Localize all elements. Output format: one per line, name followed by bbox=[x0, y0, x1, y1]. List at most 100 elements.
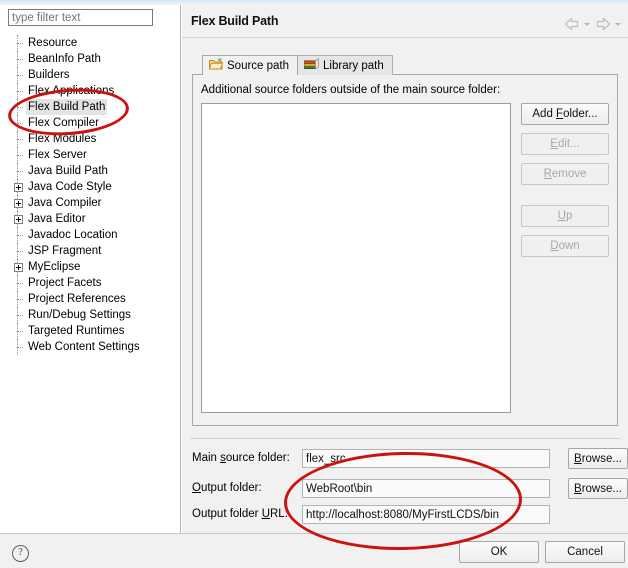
tree-dash bbox=[17, 235, 23, 237]
back-arrow-icon[interactable] bbox=[563, 16, 581, 32]
forward-arrow-icon[interactable] bbox=[594, 16, 612, 32]
tree-item-builders[interactable]: Builders bbox=[0, 67, 181, 83]
tree-item-label: Javadoc Location bbox=[28, 229, 118, 241]
tab-library-path-label: Library path bbox=[323, 59, 384, 72]
panel-caption: Additional source folders outside of the… bbox=[201, 84, 501, 96]
preferences-sidebar: Resource BeanInfo Path Builders Flex Applic… bbox=[0, 5, 181, 533]
books-icon bbox=[304, 58, 319, 73]
cancel-button[interactable]: Cancel bbox=[545, 541, 625, 563]
expand-plus-icon[interactable] bbox=[14, 183, 23, 192]
forward-history-chevron-down-icon[interactable] bbox=[614, 17, 623, 31]
output-folder-url-input[interactable] bbox=[302, 505, 550, 524]
tree-dash bbox=[17, 107, 23, 109]
title-separator bbox=[182, 37, 628, 38]
tree-dash bbox=[17, 91, 23, 93]
tree-item-beaninfo-path[interactable]: BeanInfo Path bbox=[0, 51, 181, 67]
filter-input[interactable] bbox=[8, 9, 153, 26]
folder-icon bbox=[209, 58, 224, 73]
tree-item-label: Java Editor bbox=[28, 213, 86, 225]
tree-dash bbox=[17, 251, 23, 253]
back-history-chevron-down-icon[interactable] bbox=[583, 17, 592, 31]
tree-item-label: Flex Build Path bbox=[26, 99, 108, 115]
page-title: Flex Build Path bbox=[191, 14, 279, 28]
tree-item-label: Flex Modules bbox=[28, 133, 97, 145]
tree-dash bbox=[17, 155, 23, 157]
tree-item-label: Targeted Runtimes bbox=[28, 325, 125, 337]
source-path-button-column: Add Folder... Edit... Remove Up Down bbox=[521, 103, 609, 265]
tree-item-label: Java Code Style bbox=[28, 181, 112, 193]
tab-source-path[interactable]: Source path bbox=[202, 55, 299, 76]
tree-item-jsp-fragment[interactable]: JSP Fragment bbox=[0, 243, 181, 259]
tree-item-label: Flex Applications bbox=[28, 85, 115, 97]
form-separator bbox=[190, 438, 620, 439]
tree-item-label: Builders bbox=[28, 69, 70, 81]
additional-source-folders-list[interactable] bbox=[201, 103, 511, 413]
help-question-icon[interactable]: ? bbox=[12, 545, 29, 562]
tab-bar: Source path Library path bbox=[202, 55, 393, 76]
tree-item-label: Resource bbox=[28, 37, 78, 49]
tree-item-label: Project References bbox=[28, 293, 126, 305]
tree-dash bbox=[17, 123, 23, 125]
tree-item-myeclipse[interactable]: MyEclipse bbox=[0, 259, 181, 275]
preferences-content: Flex Build Path Source path Library path… bbox=[182, 5, 628, 533]
source-path-panel: Additional source folders outside of the… bbox=[192, 74, 618, 426]
tree-item-flex-server[interactable]: Flex Server bbox=[0, 147, 181, 163]
tree-item-flex-applications[interactable]: Flex Applications bbox=[0, 83, 181, 99]
tree-dash bbox=[17, 315, 23, 317]
tree-item-flex-build-path[interactable]: Flex Build Path bbox=[0, 99, 181, 115]
main-source-folder-row: Main source folder: Browse... bbox=[192, 448, 628, 469]
add-folder-button[interactable]: Add Folder... bbox=[521, 103, 609, 125]
dialog-footer: ? OK Cancel bbox=[0, 533, 628, 568]
tree-item-label: Java Build Path bbox=[28, 165, 108, 177]
output-folder-input[interactable] bbox=[302, 479, 550, 498]
preferences-tree[interactable]: Resource BeanInfo Path Builders Flex Applic… bbox=[0, 35, 181, 525]
preferences-dialog: Resource BeanInfo Path Builders Flex Applic… bbox=[0, 0, 628, 568]
tree-item-label: Run/Debug Settings bbox=[28, 309, 131, 321]
expand-plus-icon[interactable] bbox=[14, 263, 23, 272]
output-folder-url-row: Output folder URL: bbox=[192, 505, 620, 525]
tree-item-java-compiler[interactable]: Java Compiler bbox=[0, 195, 181, 211]
tree-dash bbox=[17, 171, 23, 173]
tree-item-java-editor[interactable]: Java Editor bbox=[0, 211, 181, 227]
tree-dash bbox=[17, 299, 23, 301]
tab-library-path[interactable]: Library path bbox=[297, 55, 393, 75]
output-folder-browse-button[interactable]: Browse... bbox=[568, 478, 628, 499]
tree-item-run-debug-settings[interactable]: Run/Debug Settings bbox=[0, 307, 181, 323]
tree-item-label: MyEclipse bbox=[28, 261, 81, 273]
tree-item-label: Web Content Settings bbox=[28, 341, 140, 353]
tree-dash bbox=[17, 43, 23, 45]
main-source-folder-browse-button[interactable]: Browse... bbox=[568, 448, 628, 469]
navigation-arrows bbox=[563, 15, 623, 33]
expand-plus-icon[interactable] bbox=[14, 199, 23, 208]
tree-item-flex-compiler[interactable]: Flex Compiler bbox=[0, 115, 181, 131]
tree-item-flex-modules[interactable]: Flex Modules bbox=[0, 131, 181, 147]
tree-dash bbox=[17, 139, 23, 141]
tree-item-project-facets[interactable]: Project Facets bbox=[0, 275, 181, 291]
tree-dash bbox=[17, 283, 23, 285]
output-folder-url-label: Output folder URL: bbox=[192, 508, 288, 520]
output-folder-label: Output folder: bbox=[192, 482, 262, 494]
expand-plus-icon[interactable] bbox=[14, 215, 23, 224]
tree-item-java-code-style[interactable]: Java Code Style bbox=[0, 179, 181, 195]
remove-button: Remove bbox=[521, 163, 609, 185]
tree-item-label: JSP Fragment bbox=[28, 245, 102, 257]
down-button: Down bbox=[521, 235, 609, 257]
tree-dash bbox=[17, 347, 23, 349]
tree-item-java-build-path[interactable]: Java Build Path bbox=[0, 163, 181, 179]
tree-item-project-references[interactable]: Project References bbox=[0, 291, 181, 307]
tree-item-web-content-settings[interactable]: Web Content Settings bbox=[0, 339, 181, 355]
tree-item-label: Project Facets bbox=[28, 277, 102, 289]
tree-item-resource[interactable]: Resource bbox=[0, 35, 181, 51]
tab-source-path-label: Source path bbox=[227, 59, 290, 72]
tree-item-label: BeanInfo Path bbox=[28, 53, 101, 65]
tree-item-label: Flex Compiler bbox=[28, 117, 99, 129]
tree-item-javadoc-location[interactable]: Javadoc Location bbox=[0, 227, 181, 243]
output-folder-row: Output folder: Browse... bbox=[192, 478, 628, 499]
tree-dash bbox=[17, 331, 23, 333]
ok-button[interactable]: OK bbox=[459, 541, 539, 563]
tree-item-label: Java Compiler bbox=[28, 197, 102, 209]
tree-item-targeted-runtimes[interactable]: Targeted Runtimes bbox=[0, 323, 181, 339]
tree-dash bbox=[17, 59, 23, 61]
main-source-folder-input[interactable] bbox=[302, 449, 550, 468]
up-button: Up bbox=[521, 205, 609, 227]
